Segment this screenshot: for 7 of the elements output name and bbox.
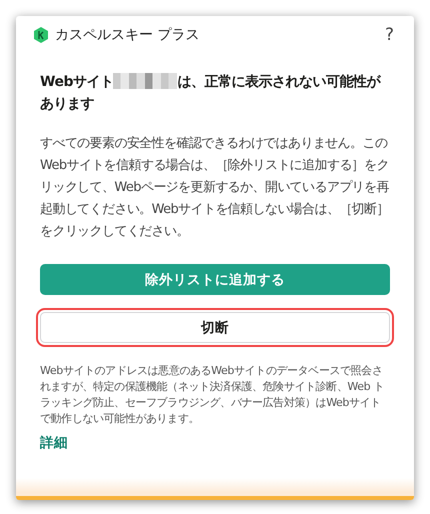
details-link[interactable]: 詳細 [40, 434, 68, 452]
help-button[interactable]: ? [384, 25, 394, 45]
shield-logo-icon [34, 27, 48, 43]
window-title: カスペルスキー プラス [55, 26, 200, 44]
note-text: Webサイトのアドレスは悪意のあるWebサイトのデータベースで照会されますが、特定の保護機能（ネット決済保護、危険サイト診断、Web トラッキング防止、セーフブラウジング、バナー広告対策）はWebサイトで動作しない可能性があります。 [40, 363, 385, 427]
body-text: すべての要素の安全性を確認できるわけではありません。このWebサイトを信頼する場合は、［除外リストに追加する］をクリックして、Webページを更新するか、開いているアプリを再起動してください。Webサイトを信頼しない場合は、［切断］をクリックしてください。 [40, 135, 390, 241]
warning-heading: Webサイト は、正常に表示されない可能性があります [40, 72, 382, 114]
